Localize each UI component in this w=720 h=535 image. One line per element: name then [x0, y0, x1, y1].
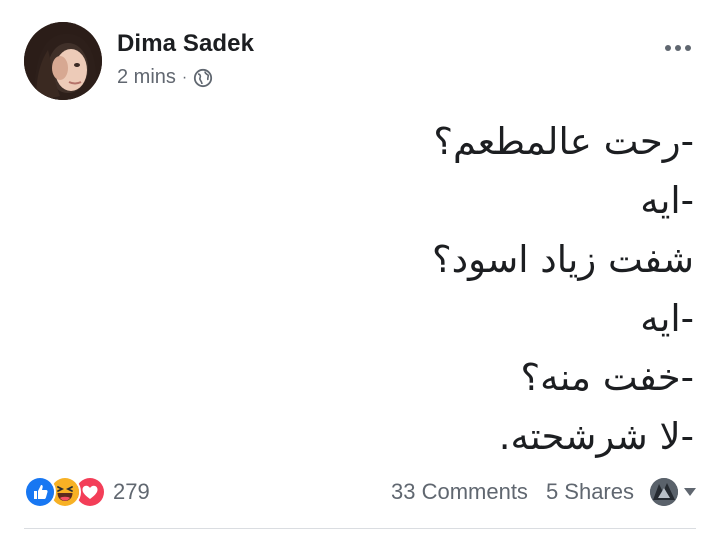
engagement-stats: 33 Comments 5 Shares	[391, 478, 696, 506]
footer-divider	[24, 528, 696, 529]
post-footer: 279 33 Comments 5 Shares	[24, 472, 696, 512]
post-text: -رحت عالمطعم؟ -ايه شفت زياد اسود؟ -ايه -…	[34, 112, 694, 466]
viewer-avatar[interactable]	[650, 478, 678, 506]
shares-link[interactable]: 5 Shares	[546, 479, 634, 505]
reaction-count[interactable]: 279	[113, 479, 150, 505]
like-icon	[24, 476, 56, 508]
post-meta: 2 mins ·	[117, 66, 213, 89]
post-text-line: -ايه	[640, 297, 694, 340]
post-text-line: -رحت عالمطعم؟	[433, 120, 694, 163]
more-options-icon[interactable]	[658, 36, 698, 60]
author-avatar[interactable]	[24, 22, 102, 100]
post-text-line: -ايه	[640, 179, 694, 222]
reactions-summary[interactable]: 279	[24, 476, 150, 508]
post-text-line: -خفت منه؟	[520, 356, 695, 399]
meta-separator: ·	[181, 68, 188, 86]
chevron-down-icon[interactable]	[684, 488, 696, 496]
facebook-post: Dima Sadek 2 mins · -رحت عالمطعم؟ -ايه ش…	[0, 0, 720, 535]
globe-icon[interactable]	[193, 68, 213, 88]
post-text-line: شفت زياد اسود؟	[432, 238, 694, 281]
author-name[interactable]: Dima Sadek	[117, 30, 254, 58]
post-timestamp[interactable]: 2 mins	[117, 66, 176, 89]
comments-link[interactable]: 33 Comments	[391, 479, 528, 505]
post-text-line: -لا شرشحته.	[498, 415, 694, 458]
